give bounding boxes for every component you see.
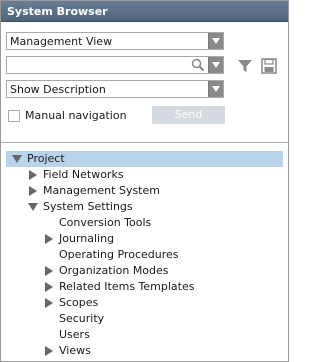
system-browser-window: System Browser Management View Show Desc… (0, 0, 289, 362)
window-title: System Browser (1, 1, 288, 22)
tree-node-label: Operating Procedures (59, 248, 179, 261)
collapsed-arrow-icon[interactable] (45, 282, 53, 292)
tree-node-label: System Settings (43, 200, 133, 213)
collapsed-arrow-icon[interactable] (45, 234, 53, 244)
tree-node-label: Security (59, 312, 105, 325)
tree-node-label: Related Items Templates (59, 280, 195, 293)
collapsed-arrow-icon[interactable] (29, 170, 37, 180)
manual-navigation-label[interactable]: Manual navigation (25, 109, 127, 122)
view-dropdown[interactable]: Management View (6, 32, 224, 50)
save-icon[interactable] (261, 58, 277, 74)
tree-node-label: Users (59, 328, 90, 341)
tree-node-label: Journaling (59, 232, 115, 245)
chevron-down-icon[interactable] (208, 57, 223, 73)
expanded-arrow-icon[interactable] (28, 203, 38, 211)
tree-node-label: Scopes (59, 296, 99, 309)
collapsed-arrow-icon[interactable] (45, 346, 53, 356)
tree-node-label: Project (27, 152, 65, 165)
search-field[interactable] (6, 56, 224, 74)
description-dropdown-value: Show Description (10, 83, 106, 96)
tree-node-label: Management System (43, 184, 160, 197)
search-icon[interactable] (191, 58, 205, 72)
tree-node-label: Views (59, 344, 91, 357)
tree-node-label: Field Networks (43, 168, 124, 181)
collapsed-arrow-icon[interactable] (45, 298, 53, 308)
send-button[interactable]: Send (152, 106, 225, 124)
chevron-down-icon[interactable] (208, 33, 223, 49)
divider (1, 142, 288, 143)
expanded-arrow-icon[interactable] (12, 155, 22, 163)
description-dropdown[interactable]: Show Description (6, 80, 224, 98)
tree-node-label: Conversion Tools (59, 216, 152, 229)
tree-node-label: Organization Modes (59, 264, 169, 277)
filter-icon[interactable] (237, 58, 253, 74)
view-dropdown-value: Management View (10, 35, 113, 48)
chevron-down-icon[interactable] (208, 81, 223, 97)
tree-node-project[interactable]: Project (6, 151, 283, 167)
collapsed-arrow-icon[interactable] (45, 266, 53, 276)
manual-navigation-checkbox[interactable] (8, 110, 20, 122)
collapsed-arrow-icon[interactable] (29, 186, 37, 196)
